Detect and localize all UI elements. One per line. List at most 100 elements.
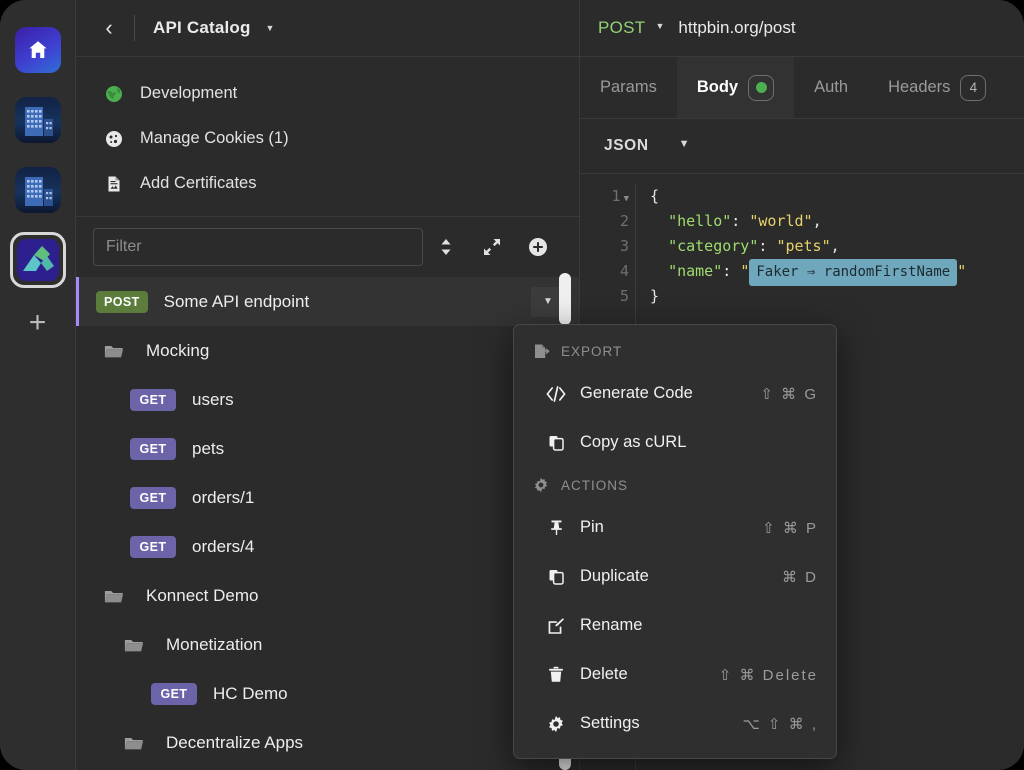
sidebar-header: ‹ API Catalog ▼ [76, 0, 579, 57]
code-line-2: "hello": "world", [668, 212, 822, 230]
workspace-home[interactable] [10, 22, 66, 78]
sidebar-item-label: Manage Cookies (1) [140, 129, 289, 147]
tree-item-orders-4[interactable]: GET orders/4 [76, 522, 579, 571]
plus-circle-icon[interactable] [515, 228, 561, 266]
sort-icon[interactable] [423, 228, 469, 266]
header-divider [134, 15, 135, 41]
tree-item-pets[interactable]: GET pets [76, 424, 579, 473]
tree-folder-mocking[interactable]: Mocking [76, 326, 579, 375]
tab-body[interactable]: Body [676, 57, 795, 118]
add-workspace-button[interactable]: + [29, 308, 47, 338]
faker-template-tag[interactable]: Faker ⇒ randomFirstName [749, 259, 958, 286]
gutter-line: 2 [580, 209, 629, 234]
method-badge: GET [130, 388, 176, 411]
workspace-city-1[interactable] [10, 92, 66, 148]
code-line-1: { [650, 184, 966, 209]
menu-item-duplicate[interactable]: Duplicate ⌘ D [514, 552, 836, 601]
tree-item-label: users [192, 389, 234, 409]
line-number: 2 [619, 212, 629, 230]
cookie-icon [104, 129, 124, 149]
menu-item-delete[interactable]: Delete ⇧ ⌘ Delete [514, 650, 836, 699]
menu-item-rename[interactable]: Rename [514, 601, 836, 650]
url-bar: POST ▼ httpbin.org/post [580, 0, 1024, 57]
menu-item-shortcut: ⇧ ⌘ G [760, 385, 818, 403]
context-menu: EXPORT Generate Code ⇧ ⌘ G Copy as cURL [513, 324, 837, 759]
trash-icon [546, 666, 566, 683]
search-input[interactable] [93, 228, 423, 266]
code-line-4: "name": " Faker ⇒ randomFirstName " [650, 259, 966, 286]
copy-icon [546, 434, 566, 451]
menu-item-generate-code[interactable]: Generate Code ⇧ ⌘ G [514, 369, 836, 418]
body-format-bar[interactable]: JSON ▼ [580, 119, 1024, 174]
tree-item-orders-1[interactable]: GET orders/1 [76, 473, 579, 522]
tree-folder-decentralize-apps[interactable]: Decentralize Apps [76, 718, 579, 767]
duplicate-icon [546, 568, 566, 585]
menu-item-label: Duplicate [580, 567, 649, 585]
method-selector-label[interactable]: POST [598, 18, 646, 38]
gear-icon [546, 715, 566, 733]
sidebar-item-manage-cookies[interactable]: Manage Cookies (1) [76, 116, 579, 161]
json-brace: } [650, 287, 660, 305]
request-tree: POST Some API endpoint ▼ Mocking GET use… [76, 277, 579, 770]
kong-logo-icon [16, 239, 59, 281]
menu-item-label: Delete [580, 665, 628, 683]
tab-auth[interactable]: Auth [794, 57, 868, 118]
chevron-down-icon[interactable]: ▼ [656, 21, 665, 31]
sidebar: ‹ API Catalog ▼ Development Manage Cooki… [75, 0, 580, 770]
tree-item-label: pets [192, 438, 225, 458]
line-number: 4 [619, 262, 629, 280]
tree-folder-label: Decentralize Apps [166, 732, 304, 752]
certificate-icon [104, 174, 124, 194]
tree-item-label: HC Demo [213, 683, 288, 703]
chevron-down-icon[interactable]: ▼ [679, 138, 690, 150]
fold-arrow-icon[interactable]: ▼ [624, 194, 629, 204]
sidebar-item-development[interactable]: Development [76, 71, 579, 116]
menu-item-shortcut: ⌥ ⇧ ⌘ , [742, 715, 818, 733]
tree-item-hc-demo[interactable]: GET HC Demo [76, 669, 579, 718]
sidebar-item-add-certificates[interactable]: Add Certificates [76, 161, 579, 206]
menu-item-shortcut: ⇧ ⌘ Delete [718, 666, 818, 684]
method-badge: GET [130, 486, 176, 509]
workspace-kong[interactable] [9, 232, 66, 288]
json-value: "world" [749, 212, 813, 230]
tree-item-some-api-endpoint[interactable]: POST Some API endpoint ▼ [76, 277, 579, 326]
code-line-5: } [650, 284, 966, 309]
body-format-label: JSON [604, 137, 649, 154]
sidebar-scrollbar-thumb[interactable] [559, 273, 571, 325]
filter-toolbar [76, 217, 579, 277]
code-line-3: "category": "pets", [668, 237, 840, 255]
folder-icon [104, 586, 124, 606]
folder-icon [104, 341, 124, 361]
json-brace: { [650, 187, 660, 205]
tree-folder-label: Mocking [146, 340, 210, 360]
tab-headers[interactable]: Headers 4 [868, 57, 1006, 118]
menu-item-label: Settings [580, 714, 640, 732]
request-tabs: Params Body Auth Headers 4 [580, 57, 1024, 119]
chevron-down-icon: ▼ [265, 23, 275, 33]
status-dot [755, 82, 767, 93]
menu-item-settings[interactable]: Settings ⌥ ⇧ ⌘ , [514, 699, 836, 748]
back-chevron-icon[interactable]: ‹ [94, 17, 124, 39]
tab-params[interactable]: Params [580, 57, 677, 118]
tree-item-users[interactable]: GET users [76, 375, 579, 424]
menu-item-label: Copy as cURL [580, 433, 687, 451]
workspace-city-2[interactable] [10, 162, 66, 218]
menu-item-label: Pin [580, 518, 604, 536]
expand-icon[interactable] [469, 228, 515, 266]
sidebar-title[interactable]: API Catalog ▼ [153, 18, 275, 38]
method-badge: GET [151, 682, 197, 705]
gutter-line: 3 [580, 234, 629, 259]
tree-folder-konnect-demo[interactable]: Konnect Demo [76, 571, 579, 620]
home-icon [14, 27, 61, 73]
gutter-line: 4 [580, 259, 629, 284]
url-input[interactable]: httpbin.org/post [678, 18, 795, 38]
menu-item-pin[interactable]: Pin ⇧ ⌘ P [514, 503, 836, 552]
menu-group-actions: ACTIONS [514, 467, 836, 503]
tree-folder-monetization[interactable]: Monetization [76, 620, 579, 669]
tree-folder-label: Konnect Demo [146, 585, 259, 605]
tree-folder-label: Monetization [166, 634, 263, 654]
app-window: + ‹ API Catalog ▼ Development Manage Coo… [0, 0, 1024, 770]
menu-item-copy-as-curl[interactable]: Copy as cURL [514, 418, 836, 467]
sidebar-title-text: API Catalog [153, 18, 251, 37]
sidebar-links: Development Manage Cookies (1) Add Certi… [76, 57, 579, 217]
